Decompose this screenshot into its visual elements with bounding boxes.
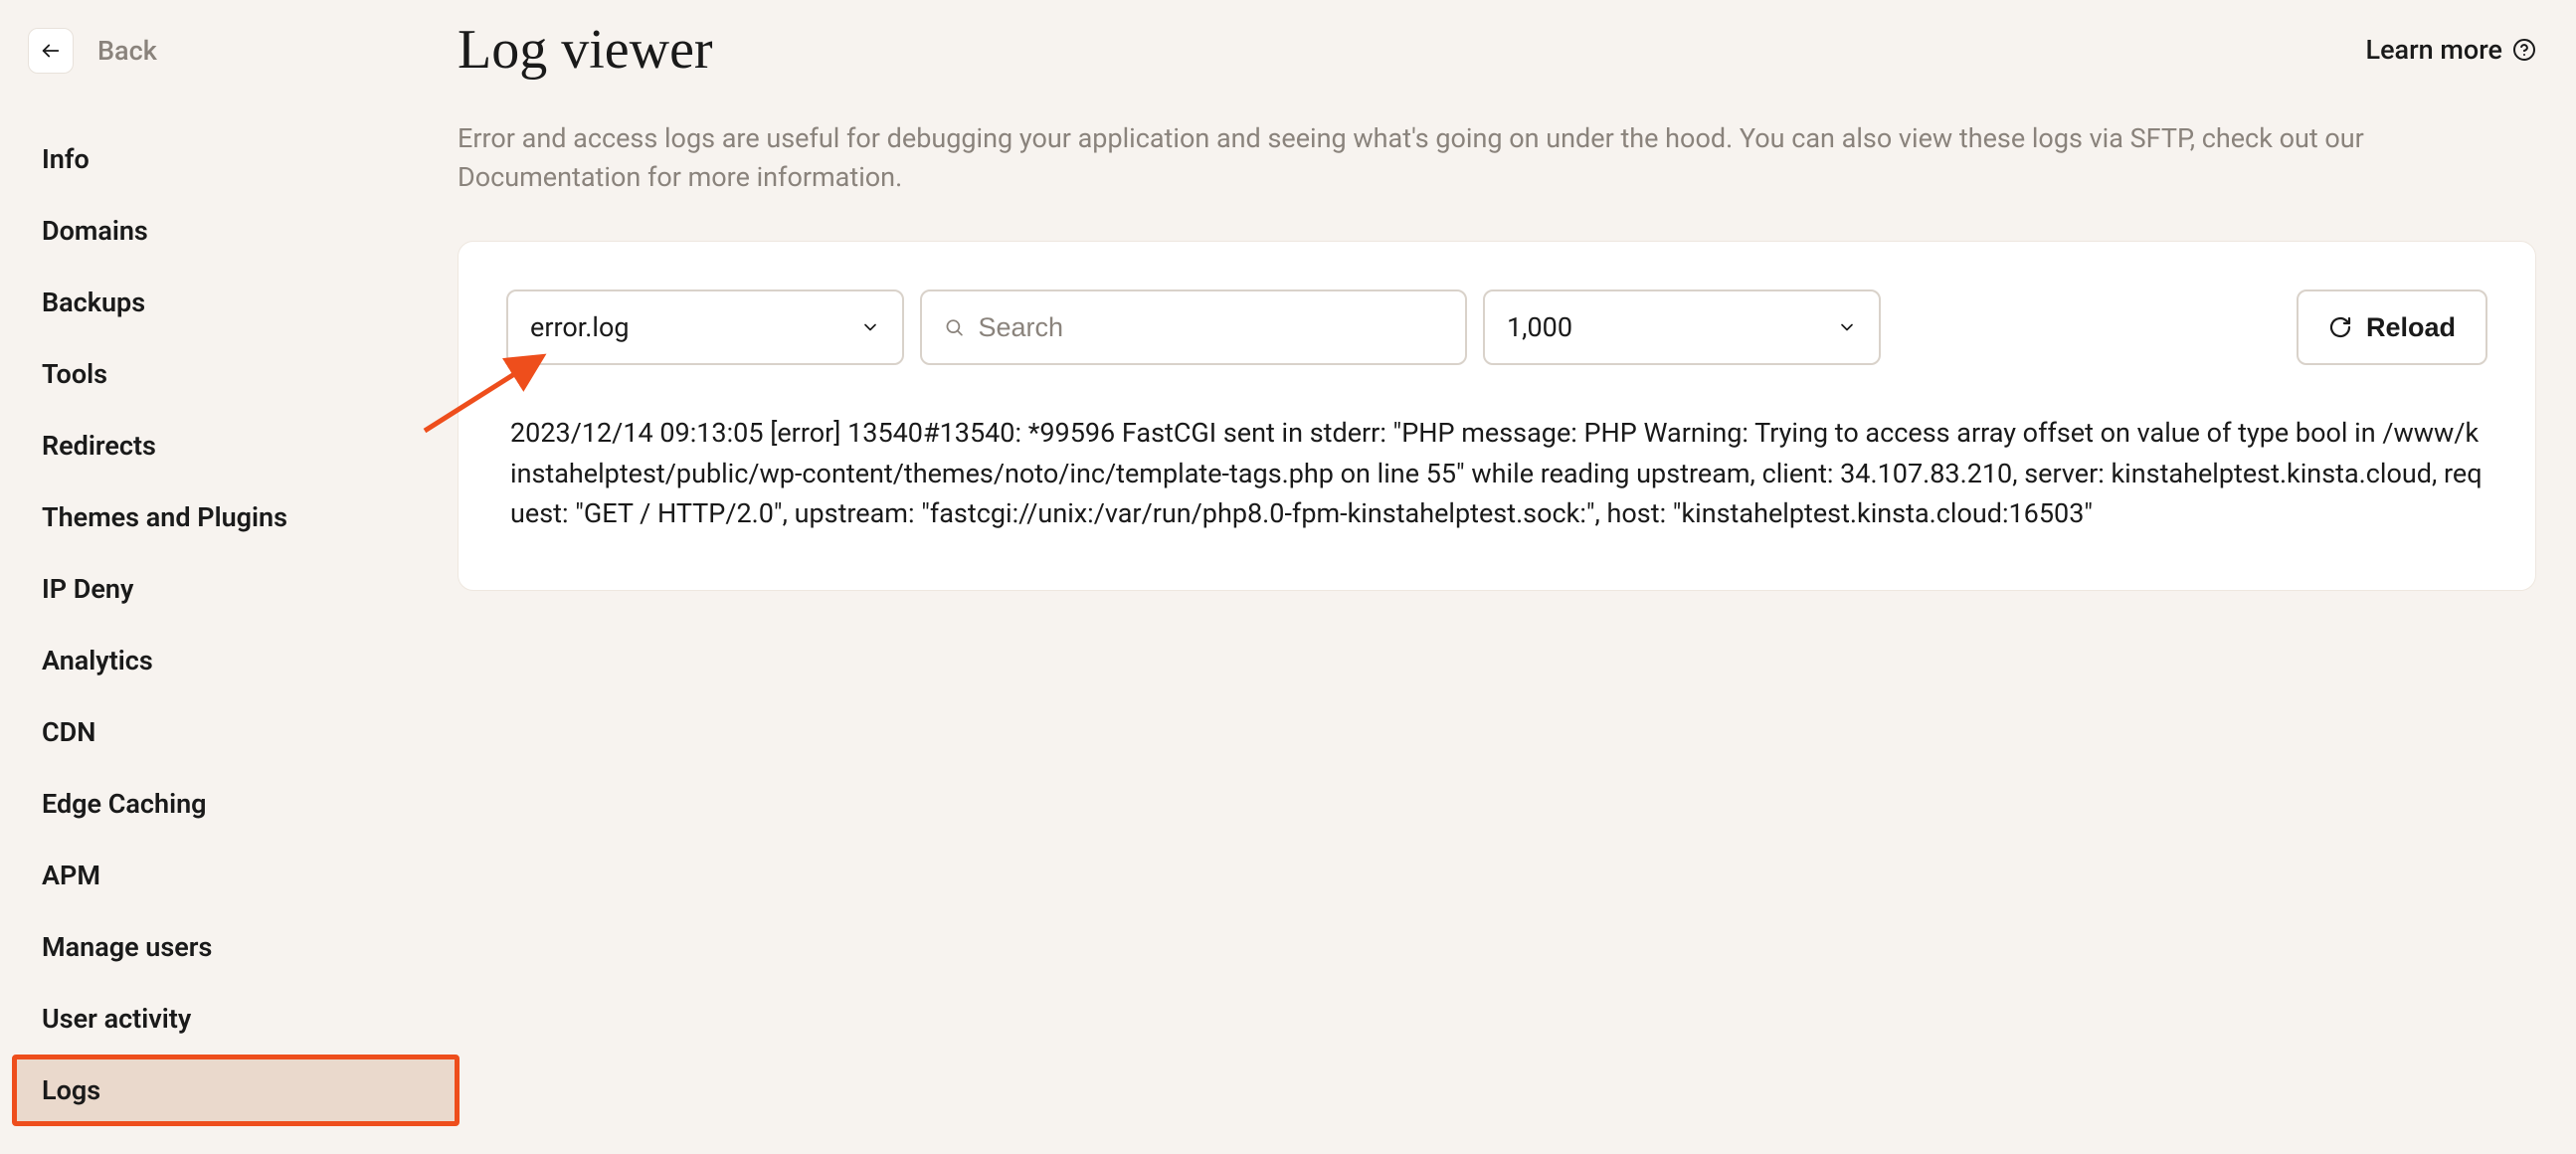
sidebar-item-edge-caching[interactable]: Edge Caching bbox=[28, 770, 458, 838]
back-label: Back bbox=[97, 35, 157, 67]
page-description: Error and access logs are useful for deb… bbox=[458, 119, 2536, 197]
sidebar-item-redirects[interactable]: Redirects bbox=[28, 412, 458, 480]
sidebar-item-apm[interactable]: APM bbox=[28, 842, 458, 909]
learn-more-link[interactable]: Learn more bbox=[2366, 34, 2536, 66]
reload-label: Reload bbox=[2366, 312, 2456, 343]
arrow-left-icon bbox=[40, 40, 62, 62]
sidebar-nav: Info Domains Backups Tools Redirects The… bbox=[28, 125, 458, 1128]
log-entry: 2023/12/14 09:13:05 [error] 13540#13540:… bbox=[506, 413, 2487, 534]
sidebar-item-info[interactable]: Info bbox=[28, 125, 458, 193]
search-field[interactable] bbox=[920, 289, 1467, 365]
search-icon bbox=[944, 316, 964, 338]
log-file-select[interactable]: error.log bbox=[506, 289, 904, 365]
sidebar-item-backups[interactable]: Backups bbox=[28, 269, 458, 336]
help-circle-icon bbox=[2512, 38, 2536, 62]
sidebar-item-analytics[interactable]: Analytics bbox=[28, 627, 458, 694]
sidebar-item-ip-deny[interactable]: IP Deny bbox=[28, 555, 458, 623]
main-content: Log viewer Learn more Error and access l… bbox=[458, 0, 2576, 1154]
back-row: Back bbox=[28, 28, 458, 74]
reload-icon bbox=[2328, 315, 2352, 339]
line-count-select[interactable]: 1,000 bbox=[1483, 289, 1881, 365]
page-title: Log viewer bbox=[458, 18, 713, 82]
chevron-down-icon bbox=[1837, 317, 1857, 337]
sidebar-item-manage-users[interactable]: Manage users bbox=[28, 913, 458, 981]
sidebar-item-domains[interactable]: Domains bbox=[28, 197, 458, 265]
back-button[interactable] bbox=[28, 28, 74, 74]
learn-more-label: Learn more bbox=[2366, 34, 2502, 66]
controls-row: error.log 1,000 Reload bbox=[506, 289, 2487, 365]
chevron-down-icon bbox=[860, 317, 880, 337]
sidebar-item-user-activity[interactable]: User activity bbox=[28, 985, 458, 1053]
log-viewer-card: error.log 1,000 Reload 2023/12/14 09:13 bbox=[458, 241, 2536, 591]
sidebar-item-cdn[interactable]: CDN bbox=[28, 698, 458, 766]
log-file-value: error.log bbox=[530, 311, 630, 343]
header-row: Log viewer Learn more bbox=[458, 18, 2536, 82]
sidebar-item-logs[interactable]: Logs bbox=[14, 1057, 458, 1124]
search-input[interactable] bbox=[978, 312, 1443, 343]
sidebar-item-themes-and-plugins[interactable]: Themes and Plugins bbox=[28, 483, 458, 551]
sidebar-item-tools[interactable]: Tools bbox=[28, 340, 458, 408]
reload-button[interactable]: Reload bbox=[2297, 289, 2487, 365]
sidebar: Back Info Domains Backups Tools Redirect… bbox=[0, 0, 458, 1154]
line-count-value: 1,000 bbox=[1507, 311, 1572, 343]
